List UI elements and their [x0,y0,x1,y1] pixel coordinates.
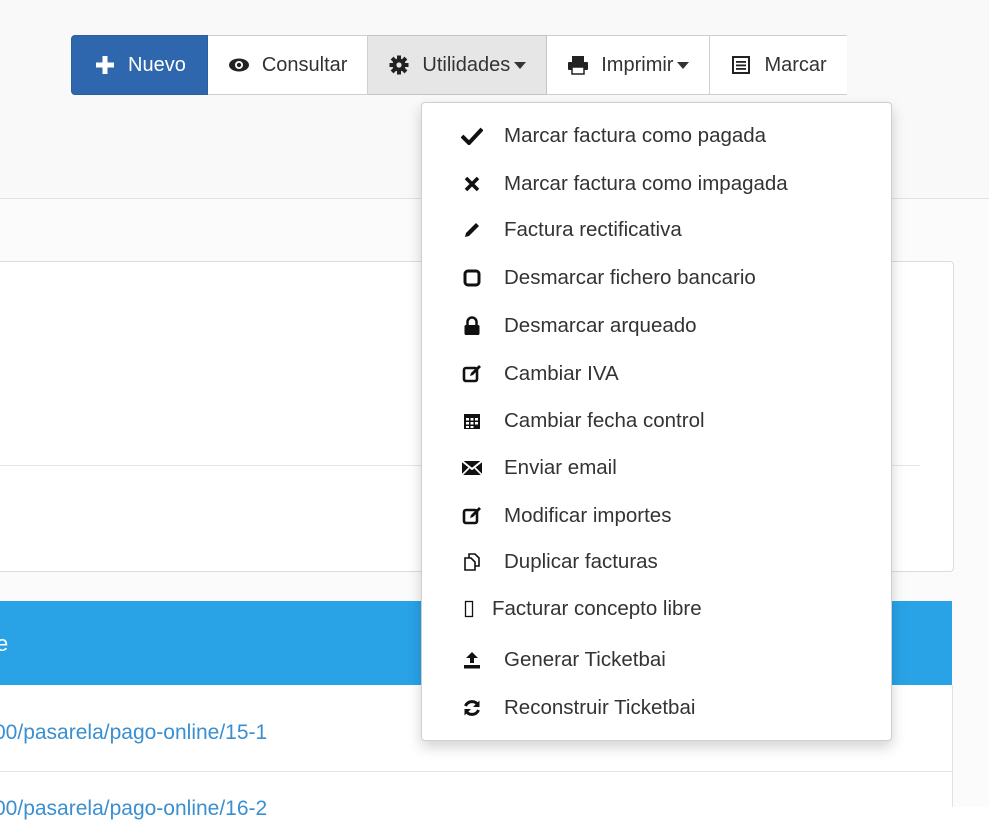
menu-item-label: Factura rectificativa [504,218,682,241]
menu-item-label: Desmarcar arqueado [504,314,697,337]
lock-icon [460,314,484,338]
menu-item-reconstruir-ticketbai[interactable]: Reconstruir Ticketbai [460,693,695,723]
menu-item-label: Cambiar fecha control [504,409,705,432]
consultar-button[interactable]: Consultar [207,35,369,95]
menu-item-label: Enviar email [504,456,617,479]
menu-item-cambiar-fecha[interactable]: Cambiar fecha control [460,406,705,436]
menu-item-duplicar-facturas[interactable]: Duplicar facturas [460,547,658,577]
table-row-link[interactable]: 00/pasarela/pago-online/16-2 [0,797,267,821]
utilidades-button-label: Utilidades [422,53,511,76]
gear-icon [388,54,410,76]
action-toolbar: Nuevo Consultar Utilidades Imprimir Marc… [71,35,847,95]
row-divider [0,771,952,772]
menu-item-desmarcar-fichero[interactable]: Desmarcar fichero bancario [460,263,756,293]
eye-icon [228,54,250,76]
consultar-button-label: Consultar [261,53,348,76]
menu-item-factura-rectificativa[interactable]: Factura rectificativa [460,215,682,245]
menu-item-label: Duplicar facturas [504,550,658,573]
plus-icon [94,54,116,76]
nuevo-button[interactable]: Nuevo [71,35,208,95]
x-icon [460,172,484,196]
square-icon [460,266,484,290]
menu-item-label: Desmarcar fichero bancario [504,266,756,289]
print-icon [567,54,589,76]
menu-item-label: Modificar importes [504,504,672,527]
upload-icon [460,648,484,672]
menu-item-label: Marcar factura como impagada [504,172,788,195]
menu-item-desmarcar-arqueado[interactable]: Desmarcar arqueado [460,311,697,341]
menu-item-facturar-concepto[interactable]: Facturar concepto libre [462,594,702,624]
menu-item-marcar-pagada[interactable]: Marcar factura como pagada [460,121,766,151]
check-icon [460,124,484,148]
imprimir-dropdown-button[interactable]: Imprimir [547,35,711,95]
chevron-down-icon [514,61,527,69]
marcar-button[interactable]: Marcar [710,35,847,95]
menu-item-label: Marcar factura como pagada [504,124,767,147]
menu-item-modificar-importes[interactable]: Modificar importes [460,501,671,531]
table-header-label: e [0,631,9,656]
edit-icon [460,362,484,386]
menu-item-enviar-email[interactable]: Enviar email [460,453,617,483]
menu-item-label: Reconstruir Ticketbai [504,696,696,719]
utilidades-dropdown-button[interactable]: Utilidades [368,35,548,95]
menu-item-label: Cambiar IVA [504,362,619,385]
envelope-icon [460,456,484,480]
chevron-down-icon [677,61,690,69]
refresh-icon [460,696,484,720]
list-icon [730,54,752,76]
pencil-icon [460,218,484,242]
menu-item-marcar-impagada[interactable]: Marcar factura como impagada [460,169,788,199]
marcar-button-label: Marcar [764,53,827,76]
empty-box-icon [462,597,476,621]
menu-item-generar-ticketbai[interactable]: Generar Ticketbai [460,645,666,675]
menu-item-label: Generar Ticketbai [504,648,666,671]
utilidades-dropdown-menu: Marcar factura como pagada Marcar factur… [421,102,892,741]
nuevo-button-label: Nuevo [128,53,186,76]
copy-icon [460,550,484,574]
calendar-icon [460,409,484,433]
imprimir-button-label: Imprimir [601,53,674,76]
menu-item-cambiar-iva[interactable]: Cambiar IVA [460,359,619,389]
edit-icon [460,504,484,528]
menu-item-label: Facturar concepto libre [492,597,702,620]
table-row-link[interactable]: 00/pasarela/pago-online/15-1 [0,721,267,745]
